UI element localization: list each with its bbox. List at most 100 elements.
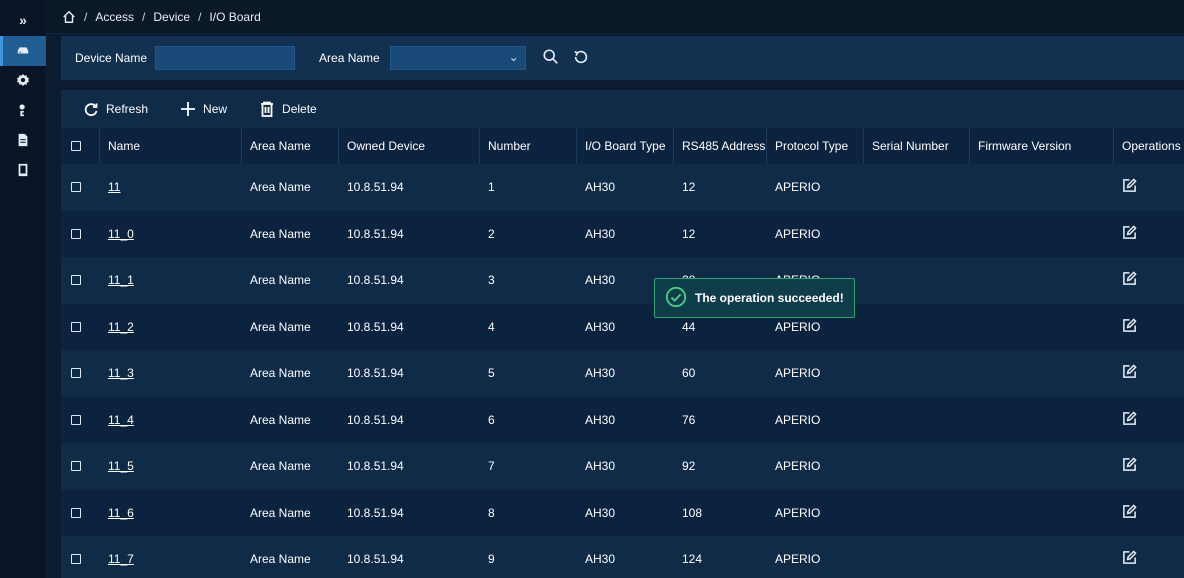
header-owned-device[interactable]: Owned Device (339, 128, 480, 164)
header-io-board-type[interactable]: I/O Board Type (577, 128, 674, 164)
cell-operations (1114, 457, 1184, 475)
delete-label: Delete (282, 102, 317, 116)
cell-number-text: 1 (488, 180, 495, 195)
row-checkbox[interactable] (71, 554, 81, 565)
header-firmware-version[interactable]: Firmware Version (970, 128, 1114, 164)
breadcrumb-item-access[interactable]: Access (95, 10, 134, 24)
cell-protocol-type-text: APERIO (775, 366, 821, 381)
sidebar-item-person-settings[interactable] (0, 96, 46, 126)
row-checkbox[interactable] (71, 507, 81, 518)
trash-icon (259, 101, 275, 117)
cell-protocol-type: APERIO (767, 459, 864, 473)
row-name-link[interactable]: 11_1 (108, 273, 134, 287)
cell-area-name: Area Name (242, 552, 339, 566)
header-number[interactable]: Number (480, 128, 577, 164)
cell-owned-device-text: 10.8.51.94 (347, 273, 404, 288)
header-protocol-type[interactable]: Protocol Type (767, 128, 864, 164)
row-name-link[interactable]: 11_4 (108, 413, 134, 427)
row-checkbox[interactable] (71, 275, 81, 286)
cell-io-board-type-text: AH30 (585, 459, 616, 474)
row-name-link[interactable]: 11_7 (108, 552, 134, 566)
row-checkbox[interactable] (71, 461, 81, 472)
edit-icon[interactable] (1122, 364, 1137, 382)
cell-io-board-type: AH30 (577, 506, 674, 520)
edit-icon[interactable] (1122, 318, 1137, 336)
cell-owned-device: 10.8.51.94 (339, 273, 480, 287)
cell-number-text: 4 (488, 319, 495, 334)
home-icon[interactable] (62, 9, 76, 24)
breadcrumb-item-device[interactable]: Device (153, 10, 190, 24)
area-name-select[interactable]: ⌄ (389, 46, 526, 70)
refresh-button[interactable]: Refresh (83, 101, 148, 117)
edit-icon[interactable] (1122, 411, 1137, 429)
cell-area-name: Area Name (242, 320, 339, 334)
row-checkbox[interactable] (71, 228, 81, 239)
table-body: 11 Area Name 10.8.51.94 1 AH30 12 APERIO 11_0 Ar… (61, 164, 1184, 578)
cell-name: 11_7 (100, 552, 242, 566)
header-rs485-address[interactable]: RS485 Address (674, 128, 767, 164)
search-button[interactable] (542, 48, 560, 69)
cell-owned-device-text: 10.8.51.94 (347, 226, 404, 241)
sidebar-expand-button[interactable]: » (0, 4, 46, 36)
row-name-link[interactable]: 11_3 (108, 366, 134, 380)
cell-rs485-address-text: 108 (682, 505, 703, 520)
cell-io-board-type-text: AH30 (585, 505, 616, 520)
row-name-link[interactable]: 11_5 (108, 459, 134, 473)
cell-number: 4 (480, 320, 577, 334)
edit-icon[interactable] (1122, 550, 1137, 568)
sidebar-item-settings[interactable] (0, 66, 46, 96)
table-row: 11_3 Area Name 10.8.51.94 5 AH30 60 APERIO (61, 350, 1184, 397)
edit-icon[interactable] (1122, 457, 1137, 475)
cell-protocol-type-text: APERIO (775, 319, 821, 334)
row-name-link[interactable]: 11_2 (108, 320, 134, 334)
cell-rs485-address-text: 12 (682, 180, 696, 195)
cell-owned-device-text: 10.8.51.94 (347, 319, 404, 334)
row-checkbox[interactable] (71, 368, 81, 379)
sidebar-item-document[interactable] (0, 126, 46, 156)
gear-icon (16, 73, 30, 90)
cell-rs485-address: 60 (674, 366, 767, 380)
cell-rs485-address-text: 12 (682, 226, 696, 241)
edit-icon[interactable] (1122, 225, 1137, 243)
table-row: 11_2 Area Name 10.8.51.94 4 AH30 44 APERIO (61, 303, 1184, 350)
row-select-cell (61, 554, 100, 565)
header-area-name[interactable]: Area Name (242, 128, 339, 164)
row-checkbox[interactable] (71, 182, 81, 193)
row-select-cell (61, 321, 100, 332)
cell-rs485-address: 12 (674, 180, 767, 194)
row-name-link[interactable]: 11 (108, 180, 120, 194)
header-serial-number[interactable]: Serial Number (864, 128, 970, 164)
breadcrumb-separator: / (198, 9, 202, 24)
edit-icon[interactable] (1122, 178, 1137, 196)
plus-icon (180, 101, 196, 117)
cell-owned-device: 10.8.51.94 (339, 227, 480, 241)
row-name-link[interactable]: 11_6 (108, 506, 134, 520)
header-name[interactable]: Name (100, 128, 242, 164)
reset-button[interactable] (572, 48, 590, 69)
device-name-input[interactable] (155, 46, 296, 70)
row-checkbox[interactable] (71, 321, 81, 332)
person-setting-icon (16, 103, 30, 120)
io-board-table: Name Area Name Owned Device Number I/O B… (61, 128, 1184, 578)
edit-icon[interactable] (1122, 504, 1137, 522)
cell-name: 11 (100, 180, 242, 194)
select-all-checkbox[interactable] (71, 141, 81, 151)
toast-message: The operation succeeded! (695, 291, 844, 305)
cell-protocol-type-text: APERIO (775, 552, 821, 567)
sidebar-item-tablet[interactable] (0, 156, 46, 186)
row-select-cell (61, 228, 100, 239)
table-row: 11 Area Name 10.8.51.94 1 AH30 12 APERIO (61, 164, 1184, 211)
edit-icon[interactable] (1122, 271, 1137, 289)
cell-area-name: Area Name (242, 227, 339, 241)
cell-protocol-type: APERIO (767, 227, 864, 241)
row-name-link[interactable]: 11_0 (108, 227, 134, 241)
table-row: 11_1Area Name10.8.51.943AH3028APERIO (61, 257, 1184, 304)
cell-number: 6 (480, 413, 577, 427)
new-button[interactable]: New (180, 101, 227, 117)
cell-number-text: 3 (488, 273, 495, 288)
sidebar-item-device[interactable] (0, 36, 46, 66)
cell-number-text: 9 (488, 552, 495, 567)
cell-owned-device-text: 10.8.51.94 (347, 505, 404, 520)
row-checkbox[interactable] (71, 414, 81, 425)
delete-button[interactable]: Delete (259, 101, 317, 117)
